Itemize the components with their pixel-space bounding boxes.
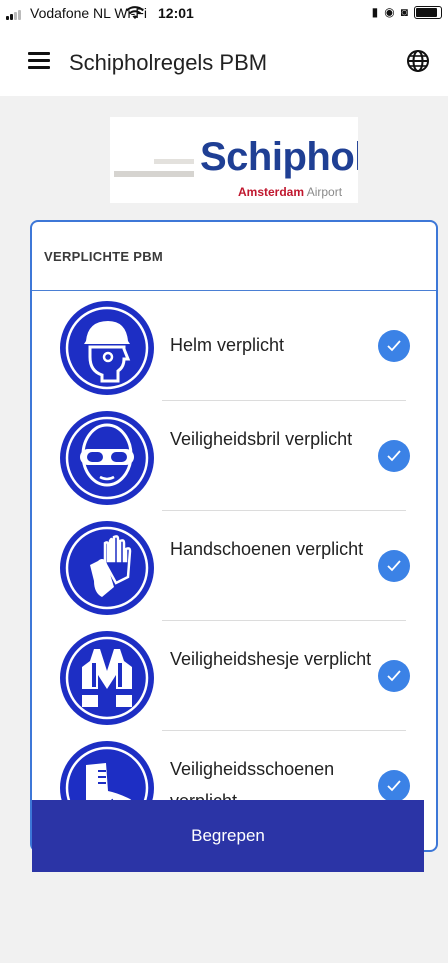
list-item-safety-glasses: Veiligheidsbril verplicht: [32, 401, 436, 511]
item-label: Helm verplicht: [170, 335, 285, 355]
begrepen-button[interactable]: Begrepen: [32, 800, 424, 872]
logo-decoration: [114, 171, 194, 177]
page-title: Schipholregels PBM: [69, 50, 268, 75]
item-label: Veiligheidsbril verplicht: [170, 429, 353, 449]
list-item-helmet: Helm verplicht: [32, 291, 436, 401]
check-icon[interactable]: [378, 660, 410, 692]
globe-icon[interactable]: [406, 49, 430, 73]
card-title: VERPLICHTE PBM: [44, 248, 164, 264]
safety-glasses-icon: [60, 411, 154, 505]
item-label: Handschoenen verplicht: [170, 539, 364, 559]
logo-name: Schiphol: [200, 135, 358, 179]
card-header: VERPLICHTE PBM: [32, 222, 436, 291]
required-ppe-card: VERPLICHTE PBM Helm verplicht Veiligheid…: [30, 220, 438, 852]
notification-icon: ▮: [371, 5, 379, 19]
check-icon[interactable]: [378, 440, 410, 472]
gloves-icon: [60, 521, 154, 615]
dnd-icon: ◙: [400, 5, 408, 19]
logo-decoration: [154, 159, 194, 164]
logo-subtitle-strong: Amsterdam: [238, 185, 305, 199]
safety-vest-icon: [60, 631, 154, 725]
list-item-safety-vest: Veiligheidshesje verplicht: [32, 621, 436, 731]
check-icon[interactable]: [378, 330, 410, 362]
logo-subtitle: Amsterdam Airport: [238, 185, 342, 199]
alarm-icon: ◉: [384, 5, 395, 19]
wifi-icon: [126, 6, 144, 19]
hamburger-menu-icon[interactable]: [28, 52, 50, 70]
clock: 12:01: [158, 5, 194, 21]
status-bar: Vodafone NL Wi-Fi 12:01 ▮ ◉ ◙: [0, 0, 448, 30]
item-label: Veiligheidshesje verplicht: [170, 649, 372, 669]
signal-icon: [6, 10, 26, 20]
check-icon[interactable]: [378, 550, 410, 582]
schiphol-logo: Schiphol Amsterdam Airport: [110, 117, 358, 203]
app-bar: Schipholregels PBM: [0, 32, 448, 96]
check-icon[interactable]: [378, 770, 410, 802]
list-item-gloves: Handschoenen verplicht: [32, 511, 436, 621]
helmet-icon: [60, 301, 154, 395]
battery-icon: [414, 5, 442, 19]
status-icons: ▮ ◉ ◙: [372, 5, 442, 19]
logo-subtitle-light: Airport: [306, 185, 343, 199]
content-area: Schiphol Amsterdam Airport VERPLICHTE PB…: [0, 96, 448, 963]
